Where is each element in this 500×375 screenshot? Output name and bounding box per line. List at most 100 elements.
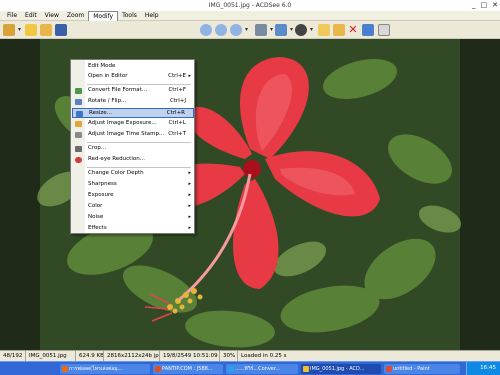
- crop-icon: [75, 146, 82, 152]
- menu-item-label: Resize...: [89, 110, 112, 116]
- browser-icon: [62, 366, 68, 372]
- browser-icon: [155, 366, 161, 372]
- menu-item-adjust-time-stamp[interactable]: Adjust Image Time Stamp... Ctrl+T: [72, 130, 194, 140]
- zoom-dropdown-icon[interactable]: [230, 24, 248, 36]
- zoom-out-icon[interactable]: [215, 24, 227, 36]
- menu-separator: [87, 142, 191, 143]
- submenu-arrow-icon: ▸: [188, 170, 191, 176]
- submenu-arrow-icon: ▸: [188, 192, 191, 198]
- menu-item-label: Open in Editor: [88, 73, 128, 79]
- menu-tools[interactable]: Tools: [118, 11, 141, 21]
- menu-item-crop[interactable]: Crop...: [72, 144, 194, 154]
- timestamp-icon: [75, 132, 82, 138]
- menu-item-red-eye-reduction[interactable]: Red-eye Reduction...: [72, 155, 194, 165]
- submenu-arrow-icon: ▸: [188, 203, 191, 209]
- menu-item-effects[interactable]: Effects ▸: [72, 224, 194, 234]
- menu-item-shortcut: Ctrl+L: [168, 120, 186, 126]
- menu-item-label: Red-eye Reduction...: [88, 156, 145, 162]
- menu-item-label: Convert File Format...: [88, 87, 148, 93]
- menu-item-change-color-depth[interactable]: Change Color Depth ▸: [72, 169, 194, 179]
- status-bar: 48/192 IMG_0051.jpg 624.9 KB 2816x2112x2…: [0, 350, 500, 361]
- help-icon[interactable]: [378, 24, 390, 36]
- taskbar-button[interactable]: ......ทิวิร์...Conver...: [226, 364, 298, 374]
- menu-item-open-in-editor[interactable]: Open in Editor Ctrl+E ▸: [72, 72, 194, 82]
- menu-item-exposure[interactable]: Exposure ▸: [72, 191, 194, 201]
- menu-item-sharpness[interactable]: Sharpness ▸: [72, 180, 194, 190]
- menu-item-label: Edit Mode: [88, 63, 116, 69]
- taskbar-button[interactable]: untitled - Paint: [384, 364, 460, 374]
- move-to-folder-icon[interactable]: [333, 24, 345, 36]
- browse-icon[interactable]: [3, 24, 21, 36]
- copy-to-folder-icon[interactable]: [318, 24, 330, 36]
- taskbar-button-label: untitled - Paint: [393, 366, 430, 372]
- modify-menu: Edit Mode Open in Editor Ctrl+E ▸ Conver…: [70, 59, 195, 234]
- menu-edit[interactable]: Edit: [21, 11, 41, 21]
- clock[interactable]: 16:45: [480, 365, 496, 371]
- menu-item-label: Change Color Depth: [88, 170, 144, 176]
- minimize-icon[interactable]: _: [472, 1, 476, 9]
- rotate-icon: [75, 99, 82, 105]
- image-viewer[interactable]: Edit Mode Open in Editor Ctrl+E ▸ Conver…: [0, 39, 500, 350]
- menu-item-edit-mode[interactable]: Edit Mode: [72, 62, 194, 72]
- menu-item-label: Noise: [88, 214, 104, 220]
- menu-item-shortcut: Ctrl+E: [168, 73, 186, 79]
- acquire-icon[interactable]: [40, 24, 52, 36]
- menu-item-adjust-exposure[interactable]: Adjust Image Exposure... Ctrl+L: [72, 119, 194, 129]
- maximize-icon[interactable]: □: [481, 1, 488, 9]
- save-icon[interactable]: [55, 24, 67, 36]
- acdsee-icon: [303, 366, 309, 372]
- print-icon[interactable]: [255, 24, 273, 36]
- taskbar-button[interactable]: การพ่อลด(โทรเล่งต่อมุ...: [60, 364, 150, 374]
- menu-file[interactable]: File: [3, 11, 21, 21]
- menu-item-label: Exposure: [88, 192, 114, 198]
- slideshow-icon[interactable]: [295, 24, 313, 36]
- open-folder-icon[interactable]: [25, 24, 37, 36]
- menu-item-label: Color: [88, 203, 103, 209]
- taskbar-button-label: การพ่อลด(โทรเล่งต่อมุ...: [69, 366, 123, 372]
- menu-item-rotate-flip[interactable]: Rotate / Flip... Ctrl+J: [72, 97, 194, 107]
- taskbar-button[interactable]: PANTIP.COM : J588...: [153, 364, 223, 374]
- submenu-arrow-icon: ▸: [188, 225, 191, 231]
- convert-icon: [75, 88, 82, 94]
- delete-icon[interactable]: ✕: [347, 24, 359, 36]
- menu-help[interactable]: Help: [141, 11, 163, 21]
- menu-item-color[interactable]: Color ▸: [72, 202, 194, 212]
- menu-item-label: Rotate / Flip...: [88, 98, 127, 104]
- exposure-icon: [75, 121, 82, 127]
- properties-icon[interactable]: [362, 24, 374, 36]
- menu-item-resize[interactable]: Resize... Ctrl+R: [72, 108, 194, 118]
- menu-item-noise[interactable]: Noise ▸: [72, 213, 194, 223]
- menu-item-shortcut: Ctrl+R: [166, 110, 185, 116]
- menu-item-convert-file-format[interactable]: Convert File Format... Ctrl+F: [72, 86, 194, 96]
- status-filesize: 624.9 KB: [76, 351, 104, 361]
- status-dimensions: 2816x2112x24b jpeg: [104, 351, 160, 361]
- status-zoom: 30%: [220, 351, 238, 361]
- close-icon[interactable]: ✕: [492, 1, 498, 9]
- window-title: IMG_0051.jpg - ACDSee 6.0: [208, 2, 292, 9]
- taskbar-button-label: ......ทิวิร์...Conver...: [235, 366, 281, 372]
- edit-tools-icon[interactable]: [275, 24, 293, 36]
- converter-icon: [228, 366, 234, 372]
- taskbar-button-active[interactable]: IMG_0051.jpg - ACD...: [301, 364, 381, 374]
- menu-item-label: Adjust Image Time Stamp...: [88, 131, 165, 137]
- taskbar-button-label: PANTIP.COM : J588...: [162, 366, 213, 372]
- zoom-in-icon[interactable]: [200, 24, 212, 36]
- submenu-arrow-icon: ▸: [188, 181, 191, 187]
- resize-icon: [76, 111, 83, 117]
- menu-item-shortcut: Ctrl+F: [168, 87, 186, 93]
- menu-item-label: Effects: [88, 225, 107, 231]
- title-bar: IMG_0051.jpg - ACDSee 6.0 _ □ ✕: [0, 0, 500, 11]
- menu-item-shortcut: Ctrl+J: [169, 98, 186, 104]
- status-position: 48/192: [0, 351, 26, 361]
- taskbar: การพ่อลด(โทรเล่งต่อมุ... PANTIP.COM : J5…: [0, 361, 500, 375]
- status-date: 19/8/2549 10:51:09: [160, 351, 220, 361]
- status-filename: IMG_0051.jpg: [26, 351, 76, 361]
- menu-modify[interactable]: Modify: [88, 10, 119, 21]
- paint-icon: [386, 366, 392, 372]
- menu-separator: [87, 167, 191, 168]
- menu-view[interactable]: View: [41, 11, 63, 21]
- menu-item-label: Adjust Image Exposure...: [88, 120, 157, 126]
- menu-zoom[interactable]: Zoom: [63, 11, 88, 21]
- redeye-icon: [75, 157, 82, 163]
- menu-item-label: Crop...: [88, 145, 107, 151]
